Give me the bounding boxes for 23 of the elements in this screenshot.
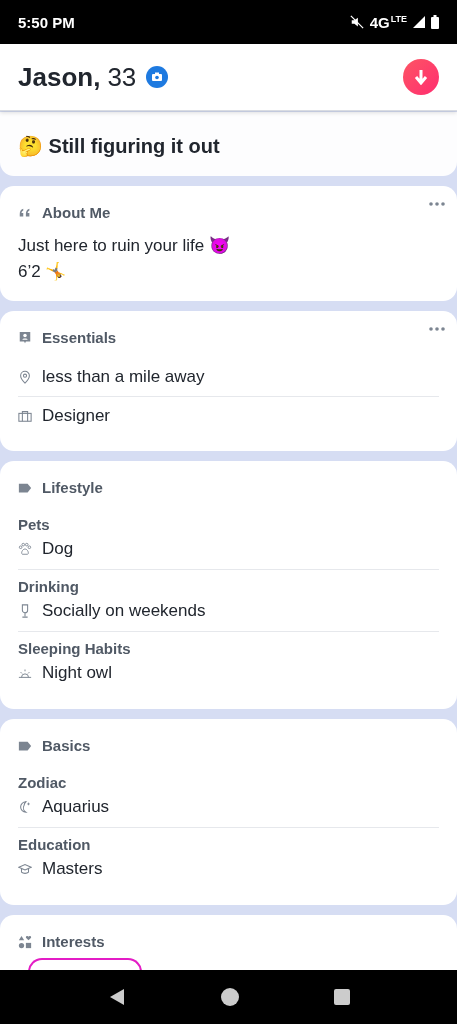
field-label: Zodiac: [18, 774, 68, 791]
field-label: Sleeping Habits: [18, 640, 132, 657]
about-text-line: Just here to ruin your life 😈: [18, 235, 231, 257]
essential-value: less than a mile away: [42, 367, 205, 387]
status-time: 5:50 PM: [18, 13, 75, 31]
field-value: Masters: [42, 859, 103, 879]
section-title: About Me: [42, 204, 111, 221]
field-value: Dog: [42, 539, 74, 559]
field-label: Pets: [18, 516, 51, 533]
profile-age: 33: [107, 61, 137, 93]
essential-value: Designer: [42, 406, 111, 426]
field-value: Aquarius: [42, 797, 110, 817]
about-text-line: 6’2 🤸: [18, 261, 68, 283]
field-label: Education: [18, 836, 92, 853]
field-label: Drinking: [18, 578, 80, 595]
section-title: Lifestyle: [42, 479, 103, 496]
section-title: Interests: [42, 933, 105, 950]
section-title: Basics: [42, 737, 91, 754]
profile-name: Jason,: [18, 61, 101, 93]
field-value: Socially on weekends: [42, 601, 206, 621]
looking-for-text: 🤔 Still figuring it out: [18, 135, 220, 157]
section-title: Essentials: [42, 329, 117, 346]
field-value: Night owl: [42, 663, 112, 683]
